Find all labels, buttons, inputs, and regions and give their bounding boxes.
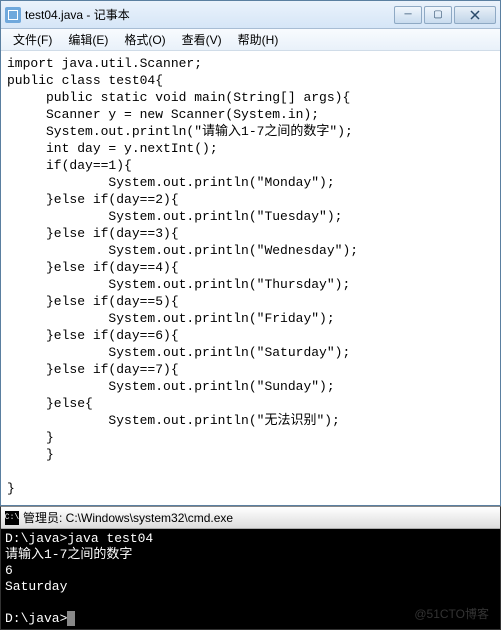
- menu-help[interactable]: 帮助(H): [230, 29, 287, 50]
- editor-area[interactable]: import java.util.Scanner; public class t…: [1, 51, 500, 505]
- titlebar[interactable]: test04.java - 记事本 ─ ▢: [1, 1, 500, 29]
- notepad-window: test04.java - 记事本 ─ ▢ 文件(F) 编辑(E) 格式(O) …: [0, 0, 501, 506]
- cmd-title: 管理员: C:\Windows\system32\cmd.exe: [23, 509, 233, 526]
- close-icon: [470, 10, 480, 20]
- menu-view[interactable]: 查看(V): [174, 29, 230, 50]
- cursor: [67, 611, 75, 626]
- close-button[interactable]: [454, 6, 496, 24]
- terminal-output[interactable]: D:\java>java test04 请输入1-7之间的数字 6 Saturd…: [1, 529, 500, 629]
- window-controls: ─ ▢: [394, 6, 496, 24]
- cmd-window: C:\ 管理员: C:\Windows\system32\cmd.exe D:\…: [0, 506, 501, 630]
- cmd-titlebar[interactable]: C:\ 管理员: C:\Windows\system32\cmd.exe: [1, 507, 500, 529]
- menu-file[interactable]: 文件(F): [5, 29, 60, 50]
- notepad-icon: [5, 7, 21, 23]
- menubar: 文件(F) 编辑(E) 格式(O) 查看(V) 帮助(H): [1, 29, 500, 51]
- maximize-button[interactable]: ▢: [424, 6, 452, 24]
- window-title: test04.java - 记事本: [25, 6, 394, 23]
- menu-edit[interactable]: 编辑(E): [60, 29, 116, 50]
- menu-format[interactable]: 格式(O): [116, 29, 173, 50]
- cmd-icon: C:\: [5, 511, 19, 525]
- minimize-button[interactable]: ─: [394, 6, 422, 24]
